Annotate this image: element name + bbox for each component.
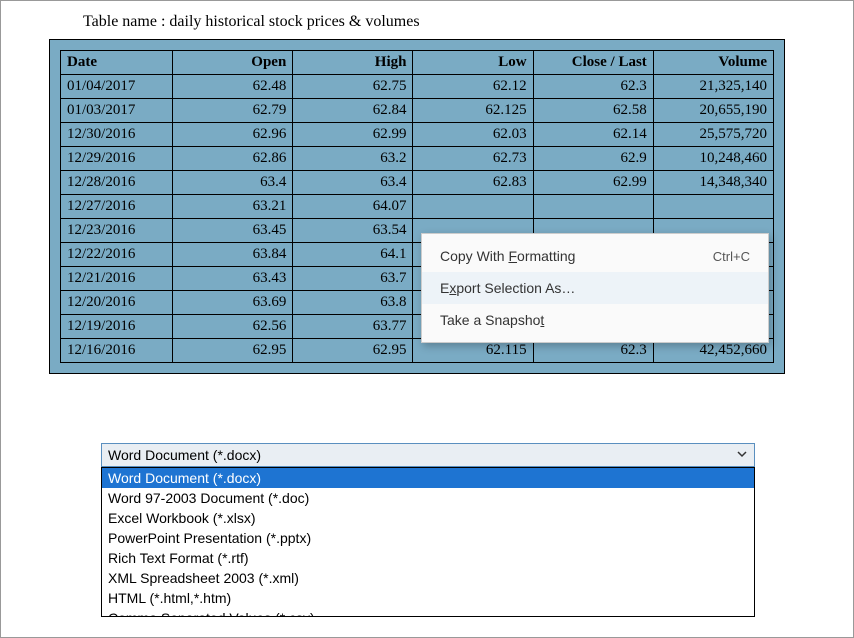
cell-value[interactable]: 63.54	[293, 219, 413, 243]
table-caption: Table name : daily historical stock pric…	[1, 1, 853, 39]
cell-value[interactable]: 62.125	[413, 99, 533, 123]
cell-value[interactable]: 62.12	[413, 75, 533, 99]
cell-value[interactable]: 63.45	[173, 219, 293, 243]
cell-date[interactable]: 12/30/2016	[61, 123, 173, 147]
dropdown-list: Word Document (*.docx)Word 97-2003 Docum…	[101, 467, 755, 617]
cell-value[interactable]: 63.4	[173, 171, 293, 195]
table-row[interactable]: 12/27/201663.2164.07	[61, 195, 774, 219]
context-menu-label: Take a Snapshot	[440, 312, 750, 328]
dropdown-option[interactable]: Word Document (*.docx)	[102, 468, 754, 488]
cell-value[interactable]: 62.56	[173, 315, 293, 339]
dropdown-option[interactable]: HTML (*.html,*.htm)	[102, 588, 754, 608]
cell-value[interactable]: 63.69	[173, 291, 293, 315]
cell-value[interactable]: 62.95	[173, 339, 293, 363]
context-menu-label: Copy With Formatting	[440, 248, 713, 264]
cell-value[interactable]: 63.4	[293, 171, 413, 195]
cell-value[interactable]: 62.58	[533, 99, 653, 123]
cell-value[interactable]: 62.99	[533, 171, 653, 195]
cell-value[interactable]	[653, 195, 773, 219]
cell-value[interactable]: 64.07	[293, 195, 413, 219]
cell-date[interactable]: 12/21/2016	[61, 267, 173, 291]
context-menu: Copy With FormattingCtrl+C Export Selecti…	[421, 233, 769, 343]
cell-value[interactable]: 62.14	[533, 123, 653, 147]
dropdown-option[interactable]: Comma Separated Values (*.csv)	[102, 608, 754, 617]
dropdown-option[interactable]: Word 97-2003 Document (*.doc)	[102, 488, 754, 508]
cell-value[interactable]	[533, 195, 653, 219]
cell-value[interactable]: 62.9	[533, 147, 653, 171]
table-row[interactable]: 01/04/201762.4862.7562.1262.321,325,140	[61, 75, 774, 99]
file-type-dropdown[interactable]: Word Document (*.docx) Word Document (*.…	[101, 443, 755, 617]
cell-date[interactable]: 12/22/2016	[61, 243, 173, 267]
dropdown-option[interactable]: PowerPoint Presentation (*.pptx)	[102, 528, 754, 548]
cell-value[interactable]: 62.73	[413, 147, 533, 171]
table-row[interactable]: 12/29/201662.8663.262.7362.910,248,460	[61, 147, 774, 171]
dropdown-option[interactable]: Rich Text Format (*.rtf)	[102, 548, 754, 568]
dropdown-selected-label: Word Document (*.docx)	[108, 447, 261, 463]
cell-value[interactable]: 62.83	[413, 171, 533, 195]
cell-date[interactable]: 12/29/2016	[61, 147, 173, 171]
col-high[interactable]: High	[293, 51, 413, 75]
table-row[interactable]: 12/28/201663.463.462.8362.9914,348,340	[61, 171, 774, 195]
cell-value[interactable]: 63.2	[293, 147, 413, 171]
col-volume[interactable]: Volume	[653, 51, 773, 75]
cell-value[interactable]: 25,575,720	[653, 123, 773, 147]
cell-date[interactable]: 12/28/2016	[61, 171, 173, 195]
cell-value[interactable]: 62.95	[293, 339, 413, 363]
col-close[interactable]: Close / Last	[533, 51, 653, 75]
chevron-down-icon[interactable]	[734, 446, 750, 462]
cell-value[interactable]: 64.1	[293, 243, 413, 267]
cell-value[interactable]	[413, 195, 533, 219]
cell-value[interactable]: 62.48	[173, 75, 293, 99]
context-menu-item[interactable]: Take a Snapshot	[422, 304, 768, 336]
cell-value[interactable]: 62.3	[533, 75, 653, 99]
cell-value[interactable]: 63.84	[173, 243, 293, 267]
context-menu-label: Export Selection As…	[440, 280, 750, 296]
context-menu-item[interactable]: Export Selection As…	[422, 272, 768, 304]
cell-value[interactable]: 62.75	[293, 75, 413, 99]
cell-date[interactable]: 01/03/2017	[61, 99, 173, 123]
col-date[interactable]: Date	[61, 51, 173, 75]
cell-value[interactable]: 62.03	[413, 123, 533, 147]
table-header-row: Date Open High Low Close / Last Volume	[61, 51, 774, 75]
cell-value[interactable]: 62.84	[293, 99, 413, 123]
cell-date[interactable]: 12/16/2016	[61, 339, 173, 363]
context-menu-item[interactable]: Copy With FormattingCtrl+C	[422, 240, 768, 272]
cell-value[interactable]: 63.8	[293, 291, 413, 315]
context-menu-shortcut: Ctrl+C	[713, 249, 750, 264]
cell-value[interactable]: 62.96	[173, 123, 293, 147]
cell-date[interactable]: 01/04/2017	[61, 75, 173, 99]
cell-value[interactable]: 10,248,460	[653, 147, 773, 171]
cell-value[interactable]: 14,348,340	[653, 171, 773, 195]
cell-value[interactable]: 63.21	[173, 195, 293, 219]
dropdown-selected[interactable]: Word Document (*.docx)	[101, 443, 755, 467]
cell-value[interactable]: 63.77	[293, 315, 413, 339]
cell-value[interactable]: 63.7	[293, 267, 413, 291]
col-open[interactable]: Open	[173, 51, 293, 75]
cell-value[interactable]: 20,655,190	[653, 99, 773, 123]
dropdown-option[interactable]: XML Spreadsheet 2003 (*.xml)	[102, 568, 754, 588]
table-row[interactable]: 12/30/201662.9662.9962.0362.1425,575,720	[61, 123, 774, 147]
cell-date[interactable]: 12/20/2016	[61, 291, 173, 315]
cell-date[interactable]: 12/19/2016	[61, 315, 173, 339]
cell-date[interactable]: 12/27/2016	[61, 195, 173, 219]
cell-value[interactable]: 21,325,140	[653, 75, 773, 99]
dropdown-option[interactable]: Excel Workbook (*.xlsx)	[102, 508, 754, 528]
cell-value[interactable]: 62.99	[293, 123, 413, 147]
cell-value[interactable]: 63.43	[173, 267, 293, 291]
table-row[interactable]: 01/03/201762.7962.8462.12562.5820,655,19…	[61, 99, 774, 123]
cell-value[interactable]: 62.86	[173, 147, 293, 171]
col-low[interactable]: Low	[413, 51, 533, 75]
cell-date[interactable]: 12/23/2016	[61, 219, 173, 243]
cell-value[interactable]: 62.79	[173, 99, 293, 123]
